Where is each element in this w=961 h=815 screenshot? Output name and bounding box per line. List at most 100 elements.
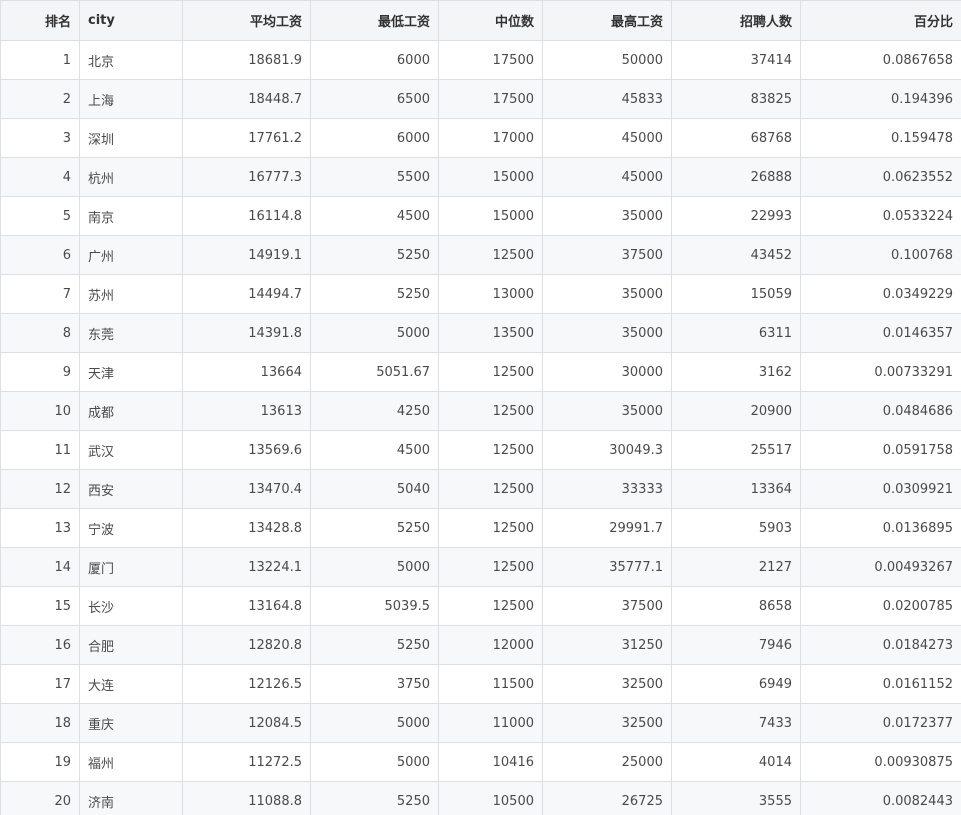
cell-job-count: 13364 — [671, 469, 801, 509]
cell-max-salary: 35777.1 — [542, 547, 672, 587]
cell-city: 厦门 — [79, 547, 183, 587]
cell-rank: 18 — [0, 703, 80, 743]
table-row[interactable]: 20 济南 11088.8 5250 10500 26725 3555 0.0082443 — [0, 781, 961, 815]
cell-job-count: 6949 — [671, 664, 801, 704]
cell-city: 南京 — [79, 196, 183, 236]
cell-max-salary: 25000 — [542, 742, 672, 782]
cell-city: 福州 — [79, 742, 183, 782]
cell-median: 12500 — [438, 235, 543, 275]
table-row[interactable]: 12 西安 13470.4 5040 12500 33333 13364 0.0309921 — [0, 469, 961, 509]
header-max-salary[interactable]: 最高工资 — [542, 0, 672, 41]
cell-min-salary: 4250 — [310, 391, 439, 431]
cell-city: 重庆 — [79, 703, 183, 743]
cell-average-salary: 12084.5 — [182, 703, 311, 743]
cell-rank: 13 — [0, 508, 80, 548]
cell-rank: 1 — [0, 40, 80, 80]
cell-rank: 2 — [0, 79, 80, 119]
table-row[interactable]: 2 上海 18448.7 6500 17500 45833 83825 0.194396 — [0, 79, 961, 119]
table-row[interactable]: 3 深圳 17761.2 6000 17000 45000 68768 0.159478 — [0, 118, 961, 158]
cell-rank: 8 — [0, 313, 80, 353]
table-row[interactable]: 11 武汉 13569.6 4500 12500 30049.3 25517 0.059175… — [0, 430, 961, 470]
cell-job-count: 15059 — [671, 274, 801, 314]
data-table-container: 排名 city 平均工资 最低工资 中位数 最高工资 招聘人数 百分比 1 北京 1… — [0, 0, 961, 815]
cell-city: 天津 — [79, 352, 183, 392]
cell-average-salary: 13224.1 — [182, 547, 311, 587]
cell-city: 武汉 — [79, 430, 183, 470]
table-row[interactable]: 5 南京 16114.8 4500 15000 35000 22993 0.0533224 — [0, 196, 961, 236]
cell-city: 杭州 — [79, 157, 183, 197]
cell-percentage: 0.0082443 — [800, 781, 961, 815]
table-row[interactable]: 9 天津 13664 5051.67 12500 30000 3162 0.00733291 — [0, 352, 961, 392]
cell-percentage: 0.0349229 — [800, 274, 961, 314]
cell-rank: 19 — [0, 742, 80, 782]
cell-job-count: 43452 — [671, 235, 801, 275]
cell-average-salary: 16777.3 — [182, 157, 311, 197]
header-median[interactable]: 中位数 — [438, 0, 543, 41]
cell-median: 12500 — [438, 391, 543, 431]
cell-rank: 9 — [0, 352, 80, 392]
cell-percentage: 0.0309921 — [800, 469, 961, 509]
cell-min-salary: 6500 — [310, 79, 439, 119]
cell-min-salary: 5250 — [310, 625, 439, 665]
header-average-salary[interactable]: 平均工资 — [182, 0, 311, 41]
cell-average-salary: 12820.8 — [182, 625, 311, 665]
cell-min-salary: 5250 — [310, 235, 439, 275]
cell-max-salary: 29991.7 — [542, 508, 672, 548]
cell-job-count: 6311 — [671, 313, 801, 353]
cell-median: 15000 — [438, 157, 543, 197]
table-row[interactable]: 10 成都 13613 4250 12500 35000 20900 0.0484686 — [0, 391, 961, 431]
cell-average-salary: 13470.4 — [182, 469, 311, 509]
cell-job-count: 5903 — [671, 508, 801, 548]
cell-max-salary: 31250 — [542, 625, 672, 665]
cell-percentage: 0.0533224 — [800, 196, 961, 236]
cell-city: 宁波 — [79, 508, 183, 548]
cell-city: 成都 — [79, 391, 183, 431]
cell-median: 12500 — [438, 469, 543, 509]
cell-min-salary: 5250 — [310, 508, 439, 548]
cell-average-salary: 18448.7 — [182, 79, 311, 119]
header-min-salary[interactable]: 最低工资 — [310, 0, 439, 41]
header-city[interactable]: city — [79, 0, 183, 41]
header-percentage[interactable]: 百分比 — [800, 0, 961, 41]
cell-median: 12500 — [438, 430, 543, 470]
table-row[interactable]: 17 大连 12126.5 3750 11500 32500 6949 0.0161152 — [0, 664, 961, 704]
cell-job-count: 26888 — [671, 157, 801, 197]
header-rank[interactable]: 排名 — [0, 0, 80, 41]
cell-job-count: 20900 — [671, 391, 801, 431]
cell-min-salary: 5000 — [310, 547, 439, 587]
cell-min-salary: 5051.67 — [310, 352, 439, 392]
table-row[interactable]: 6 广州 14919.1 5250 12500 37500 43452 0.100768 — [0, 235, 961, 275]
cell-max-salary: 50000 — [542, 40, 672, 80]
cell-median: 17500 — [438, 40, 543, 80]
table-row[interactable]: 13 宁波 13428.8 5250 12500 29991.7 5903 0.0136895 — [0, 508, 961, 548]
table-row[interactable]: 19 福州 11272.5 5000 10416 25000 4014 0.00930875 — [0, 742, 961, 782]
table-row[interactable]: 15 长沙 13164.8 5039.5 12500 37500 8658 0.0200785 — [0, 586, 961, 626]
cell-average-salary: 13613 — [182, 391, 311, 431]
cell-rank: 16 — [0, 625, 80, 665]
table-row[interactable]: 8 东莞 14391.8 5000 13500 35000 6311 0.0146357 — [0, 313, 961, 353]
cell-job-count: 37414 — [671, 40, 801, 80]
cell-median: 11500 — [438, 664, 543, 704]
cell-percentage: 0.00930875 — [800, 742, 961, 782]
cell-rank: 15 — [0, 586, 80, 626]
table-row[interactable]: 7 苏州 14494.7 5250 13000 35000 15059 0.0349229 — [0, 274, 961, 314]
cell-max-salary: 37500 — [542, 586, 672, 626]
cell-rank: 12 — [0, 469, 80, 509]
cell-median: 12500 — [438, 352, 543, 392]
table-row[interactable]: 14 厦门 13224.1 5000 12500 35777.1 2127 0.0049326… — [0, 547, 961, 587]
table-row[interactable]: 1 北京 18681.9 6000 17500 50000 37414 0.0867658 — [0, 40, 961, 80]
header-job-count[interactable]: 招聘人数 — [671, 0, 801, 41]
cell-percentage: 0.0484686 — [800, 391, 961, 431]
cell-percentage: 0.0161152 — [800, 664, 961, 704]
cell-percentage: 0.159478 — [800, 118, 961, 158]
cell-median: 12500 — [438, 508, 543, 548]
cell-rank: 17 — [0, 664, 80, 704]
cell-rank: 20 — [0, 781, 80, 815]
table-row[interactable]: 18 重庆 12084.5 5000 11000 32500 7433 0.0172377 — [0, 703, 961, 743]
cell-city: 上海 — [79, 79, 183, 119]
table-row[interactable]: 4 杭州 16777.3 5500 15000 45000 26888 0.0623552 — [0, 157, 961, 197]
cell-median: 12000 — [438, 625, 543, 665]
cell-job-count: 2127 — [671, 547, 801, 587]
table-row[interactable]: 16 合肥 12820.8 5250 12000 31250 7946 0.0184273 — [0, 625, 961, 665]
cell-min-salary: 5250 — [310, 274, 439, 314]
